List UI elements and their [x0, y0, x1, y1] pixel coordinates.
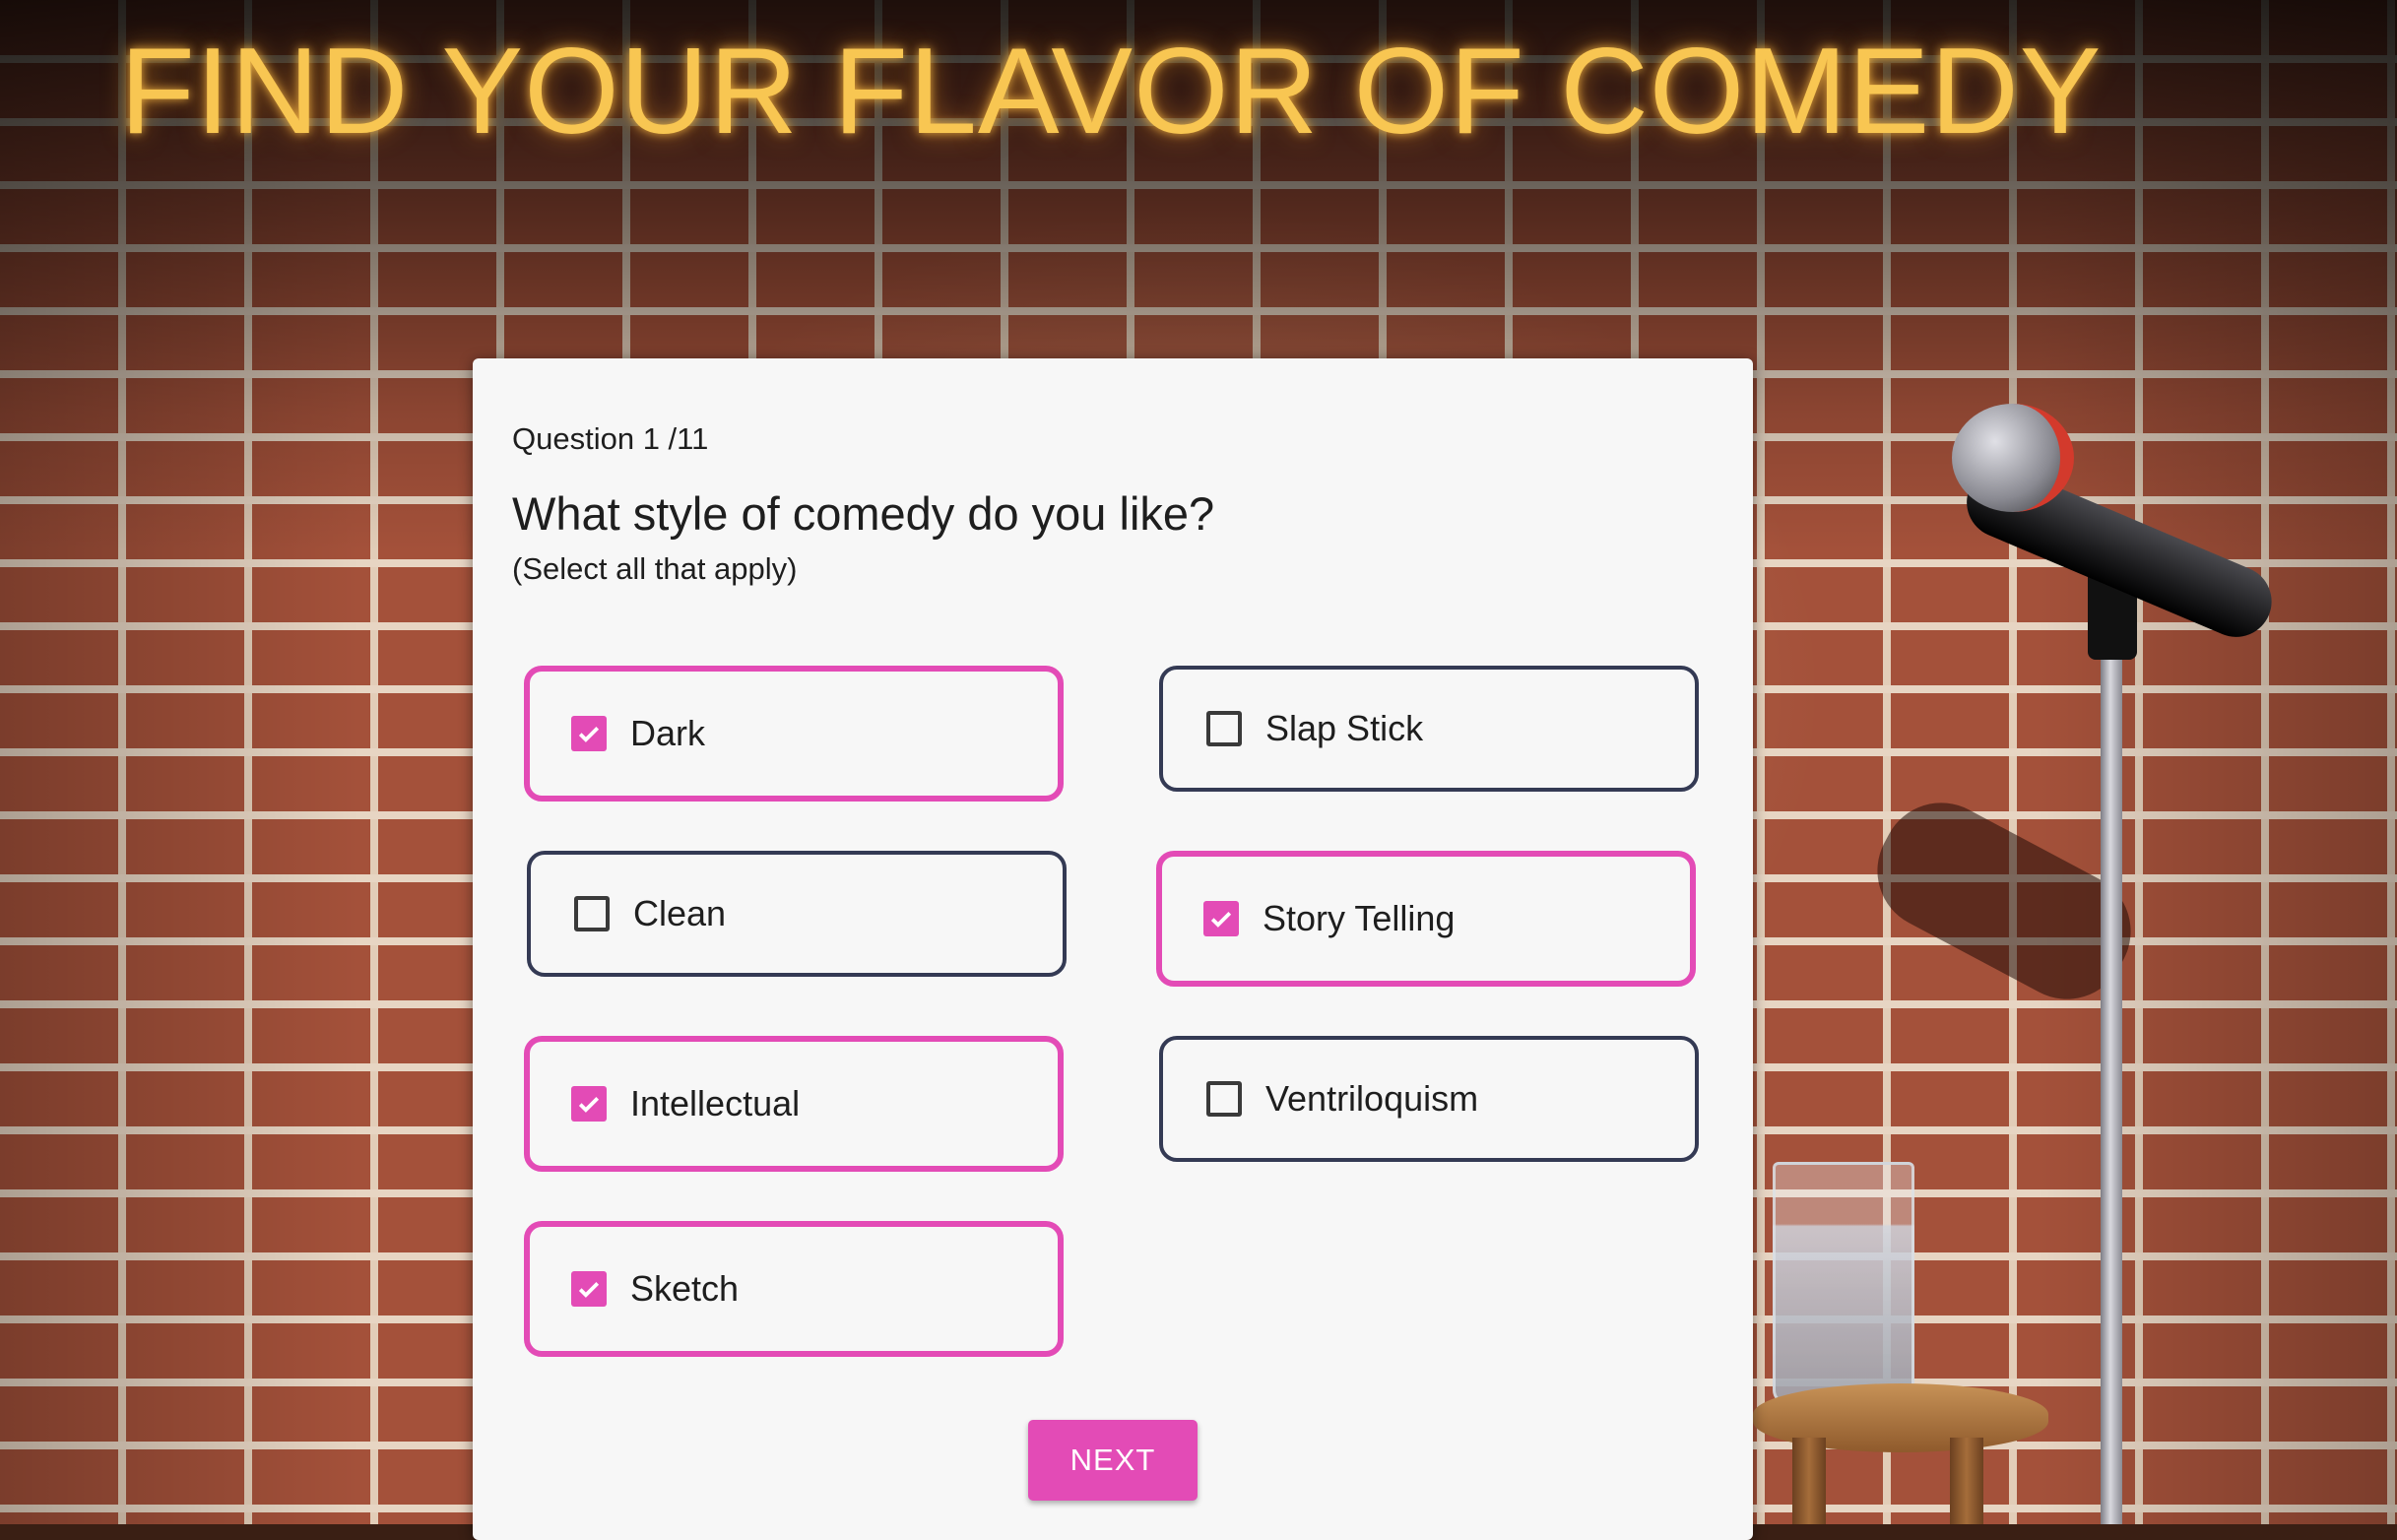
next-button[interactable]: NEXT	[1028, 1420, 1198, 1501]
empty-checkbox-icon	[1206, 711, 1242, 746]
microphone-icon	[1952, 404, 2074, 512]
option-label: Dark	[630, 713, 706, 753]
page-title: FIND YOUR FLAVOR OF COMEDY	[120, 24, 2103, 160]
question-hint: (Select all that apply)	[512, 551, 798, 586]
option-sketch[interactable]: Sketch	[524, 1221, 1064, 1357]
checkmark-icon	[571, 1086, 607, 1122]
stool-leg	[1792, 1438, 1826, 1524]
checkmark-icon	[571, 716, 607, 751]
checkmark-icon	[571, 1271, 607, 1307]
water-glass	[1773, 1162, 1914, 1404]
checkmark-icon	[1203, 901, 1239, 936]
stool-leg	[1950, 1438, 1983, 1524]
microphone-stand	[2101, 650, 2122, 1524]
empty-checkbox-icon	[1206, 1081, 1242, 1117]
option-clean[interactable]: Clean	[527, 851, 1067, 977]
question-title: What style of comedy do you like?	[512, 487, 1215, 540]
option-label: Sketch	[630, 1268, 740, 1309]
option-label: Ventriloquism	[1265, 1078, 1479, 1119]
option-story-telling[interactable]: Story Telling	[1156, 851, 1696, 987]
quiz-card: Question 1 /11 What style of comedy do y…	[473, 358, 1753, 1540]
option-label: Story Telling	[1263, 898, 1456, 938]
option-label: Slap Stick	[1265, 708, 1424, 748]
option-intellectual[interactable]: Intellectual	[524, 1036, 1064, 1172]
empty-checkbox-icon	[574, 896, 610, 931]
option-ventriloquism[interactable]: Ventriloquism	[1159, 1036, 1699, 1162]
option-label: Clean	[633, 893, 727, 933]
question-counter: Question 1 /11	[512, 421, 709, 456]
option-dark[interactable]: Dark	[524, 666, 1064, 802]
option-slap-stick[interactable]: Slap Stick	[1159, 666, 1699, 792]
option-label: Intellectual	[630, 1083, 801, 1123]
